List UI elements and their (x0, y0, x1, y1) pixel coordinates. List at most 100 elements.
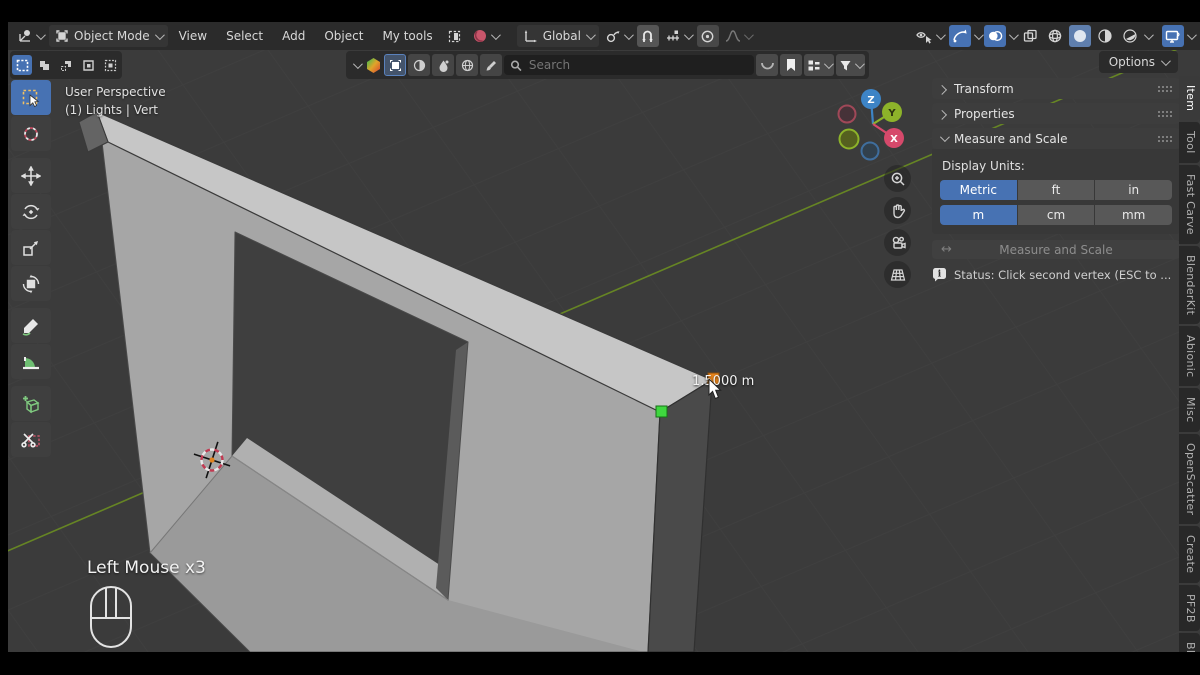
tool-cursor[interactable] (11, 116, 51, 151)
tab-abionic[interactable]: Abionic (1179, 325, 1200, 387)
addon-page-button[interactable] (444, 25, 466, 47)
gizmos-toggle-button[interactable] (949, 25, 971, 47)
transform-orientation-dropdown[interactable]: Global (516, 25, 599, 47)
pan-button[interactable] (884, 197, 911, 224)
red-sphere-icon (473, 30, 486, 42)
panel-header-measure-and-scale[interactable]: Measure and Scale (932, 128, 1180, 149)
chevron-down-icon[interactable] (352, 58, 363, 69)
tool-measure[interactable] (11, 344, 51, 379)
show-gizmo-visibility-dropdown[interactable] (913, 25, 946, 47)
panel-drag-handle[interactable] (1157, 110, 1172, 117)
unit-metric-button[interactable]: Metric (940, 180, 1017, 200)
unit-in-button[interactable]: in (1095, 180, 1173, 200)
tool-move[interactable] (11, 158, 51, 193)
tab-fast-carve[interactable]: Fast Carve (1179, 164, 1200, 244)
tool-scale[interactable] (11, 230, 51, 265)
asset-category-model-button[interactable] (384, 54, 406, 76)
tab-item[interactable]: Item (1179, 76, 1200, 121)
gizmos-dropdown-chevron[interactable] (973, 29, 984, 40)
zoom-button[interactable] (884, 165, 911, 192)
select-mode-subtract-button[interactable] (56, 55, 76, 75)
svg-text:i: i (938, 270, 942, 280)
gizmo-neg-y-ball[interactable] (838, 128, 860, 150)
options-label: Options (1108, 55, 1155, 69)
menu-object[interactable]: Object (316, 25, 371, 47)
xray-toggle-button[interactable] (1019, 25, 1041, 47)
unit-cm-button[interactable]: cm (1017, 205, 1095, 225)
tool-annotate[interactable] (11, 308, 51, 343)
proportional-editing-button[interactable] (696, 25, 719, 47)
mode-dropdown[interactable]: Object Mode (49, 25, 168, 47)
select-mode-invert-button[interactable] (78, 55, 98, 75)
bookmarks-button[interactable] (780, 54, 802, 76)
shading-dropdown-chevron[interactable] (1143, 29, 1154, 40)
select-mode-new-button[interactable] (12, 55, 32, 75)
tab-misc[interactable]: Misc (1179, 388, 1200, 432)
snap-toggle-button[interactable] (636, 25, 659, 47)
tab-openscatter[interactable]: OpenScatter (1179, 433, 1200, 525)
unit-m-button[interactable]: m (940, 205, 1017, 225)
tab-blenderkit[interactable]: BlenderKit (1179, 245, 1200, 324)
shading-solid-button[interactable] (1069, 25, 1091, 47)
panel-drag-handle[interactable] (1157, 85, 1172, 92)
tool-add-cube[interactable] (11, 386, 51, 421)
gizmo-z-ball[interactable]: Z (861, 89, 881, 109)
addon-screen-button[interactable] (1162, 25, 1184, 47)
measure-ruler-icon (21, 352, 41, 372)
orthographic-toggle-button[interactable] (884, 261, 911, 288)
scissors-carve-icon (21, 430, 41, 450)
menu-add[interactable]: Add (274, 25, 313, 47)
menu-view[interactable]: View (171, 25, 215, 47)
shading-material-button[interactable] (1094, 25, 1116, 47)
panel-header-transform[interactable]: Transform (932, 78, 1180, 99)
panel-drag-handle[interactable] (1157, 135, 1172, 142)
editor-type-button[interactable] (14, 25, 46, 47)
camera-view-button[interactable] (884, 229, 911, 256)
measure-button-label: Measure and Scale (999, 242, 1113, 257)
snap-settings-dropdown[interactable] (662, 25, 694, 47)
gizmo-x-ball[interactable]: X (884, 128, 904, 148)
select-mode-extend-button[interactable] (34, 55, 54, 75)
pivot-point-dropdown[interactable] (602, 25, 634, 47)
tool-transform[interactable] (11, 266, 51, 301)
tab-pf2b[interactable]: PF2B (1179, 584, 1200, 632)
gizmo-neg-x-ball[interactable] (837, 104, 857, 124)
shading-rendered-button[interactable] (1119, 25, 1141, 47)
measure-vertex-marker[interactable] (655, 405, 668, 418)
navigation-gizmo[interactable]: Z Y X (832, 86, 914, 168)
select-mode-intersect-button[interactable] (100, 55, 120, 75)
panel-header-properties[interactable]: Properties (932, 103, 1180, 124)
addon-sphere-button[interactable] (469, 25, 501, 47)
menu-select[interactable]: Select (218, 25, 271, 47)
ratings-curve-button[interactable] (756, 54, 778, 76)
addon-screen-dropdown-chevron[interactable] (1186, 29, 1197, 40)
display-mode-dropdown[interactable] (804, 54, 834, 76)
double-arrow-icon: ↔ (941, 242, 952, 257)
overlays-dropdown-chevron[interactable] (1008, 29, 1019, 40)
shading-wireframe-button[interactable] (1044, 25, 1066, 47)
tab-create[interactable]: Create (1179, 526, 1200, 583)
asset-category-brush-button[interactable] (480, 54, 502, 76)
measure-and-scale-button-disabled[interactable]: ↔ Measure and Scale (932, 240, 1180, 259)
search-field[interactable] (504, 55, 754, 75)
asset-model-hexagon-icon[interactable] (365, 57, 382, 74)
gizmo-neg-z-ball[interactable] (860, 141, 880, 161)
tool-carve[interactable] (11, 422, 51, 457)
unit-mm-button[interactable]: mm (1095, 205, 1173, 225)
search-input[interactable] (526, 57, 748, 73)
asset-category-material-button[interactable] (408, 54, 430, 76)
menu-my-tools[interactable]: My tools (374, 25, 440, 47)
tool-select-box[interactable] (11, 80, 51, 115)
filter-dropdown[interactable] (836, 54, 865, 76)
asset-category-scene-button[interactable] (432, 54, 454, 76)
asset-category-hdr-button[interactable] (456, 54, 478, 76)
tab-blosi[interactable]: Blosi (1179, 633, 1200, 652)
proportional-falloff-dropdown[interactable] (722, 25, 754, 47)
unit-ft-button[interactable]: ft (1017, 180, 1095, 200)
options-dropdown[interactable]: Options (1098, 51, 1178, 73)
tool-rotate[interactable] (11, 194, 51, 229)
overlays-toggle-button[interactable] (984, 25, 1006, 47)
filter-funnel-icon (840, 60, 851, 70)
tab-tool[interactable]: Tool (1179, 122, 1200, 163)
gizmo-y-ball[interactable]: Y (882, 102, 902, 122)
